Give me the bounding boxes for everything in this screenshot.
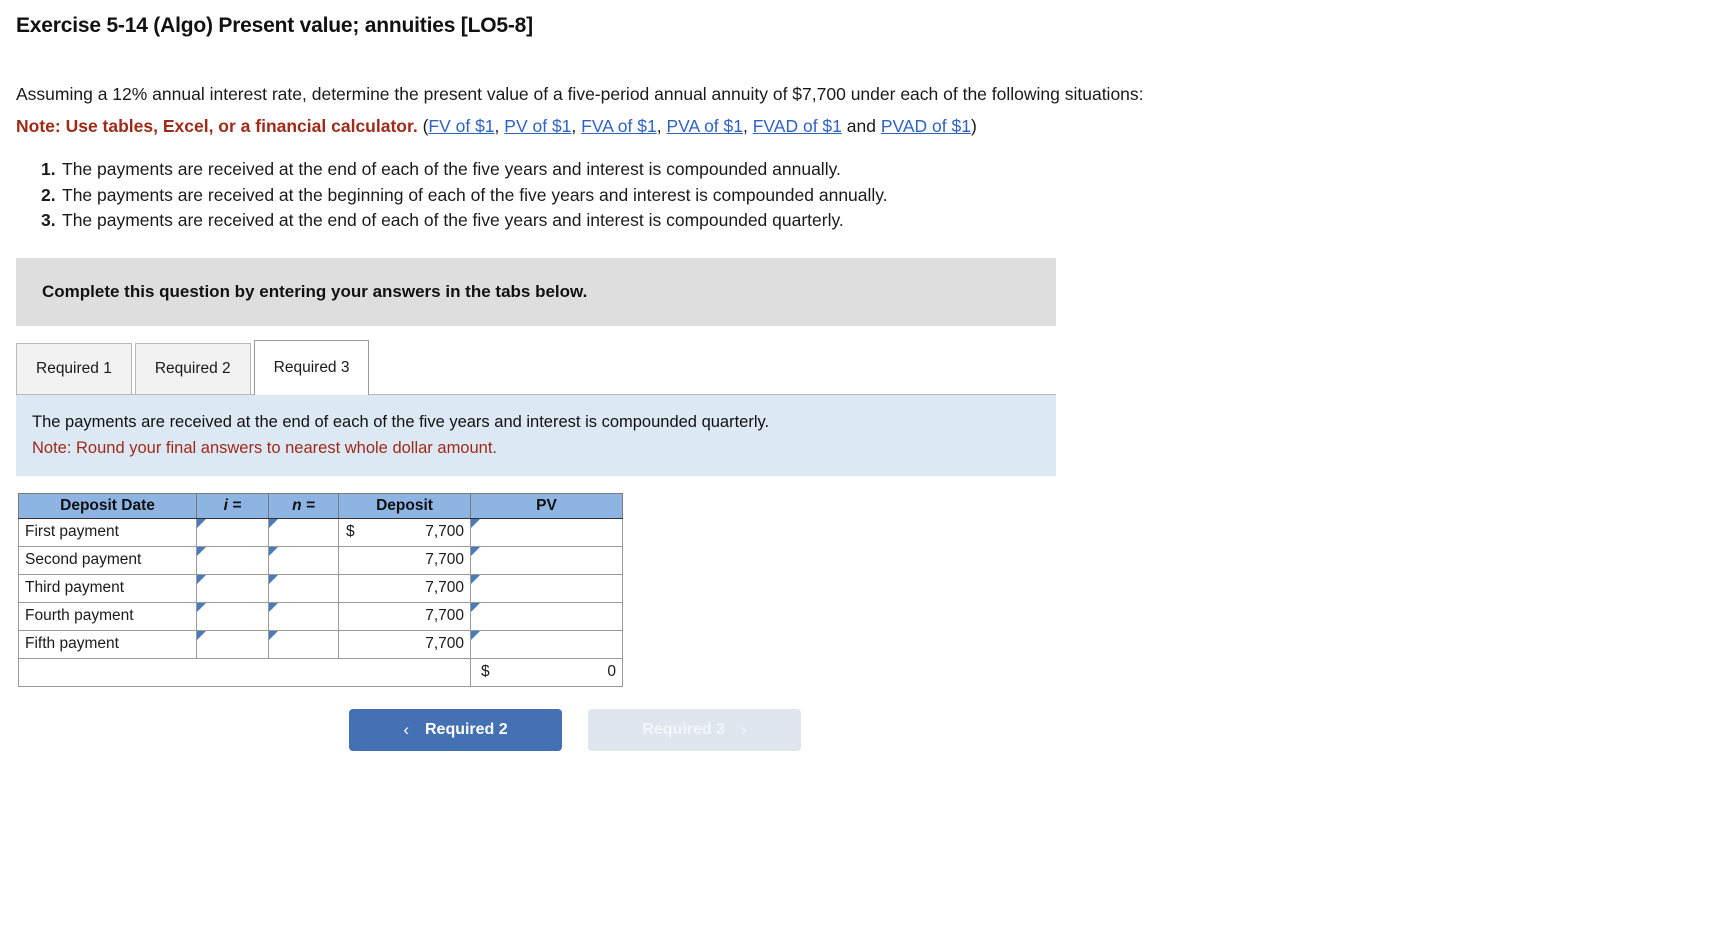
deposit-value: 7,700	[425, 635, 464, 652]
intro-paragraph: Assuming a 12% annual interest rate, det…	[16, 84, 1144, 104]
link-fva-of-1[interactable]: FVA of $1	[581, 116, 657, 136]
situation-item-3: 3. The payments are received at the end o…	[41, 208, 1700, 234]
previous-required-label: Required 2	[424, 720, 508, 738]
sep-and: and	[841, 116, 881, 136]
row-label-fourth-payment: Fourth payment	[18, 601, 197, 631]
exercise-page: Exercise 5-14 (Algo) Present value; annu…	[0, 0, 1716, 751]
chevron-right-icon: ›	[741, 720, 747, 739]
pv-answer-table: Deposit Date i = n = Deposit PV First pa…	[18, 492, 623, 687]
complete-question-bar: Complete this question by entering your …	[16, 257, 1056, 326]
link-pva-of-1[interactable]: PVA of $1	[666, 116, 743, 136]
input-pv-fifth-payment[interactable]	[470, 629, 623, 659]
input-n-fourth-payment[interactable]	[268, 601, 339, 631]
deposit-fifth-payment: 7,700	[338, 629, 471, 659]
input-i-third-payment[interactable]	[196, 573, 269, 603]
table-row: Fifth payment 7,700	[18, 629, 623, 659]
chevron-left-icon: ‹	[403, 720, 409, 739]
total-pv-cell: $0	[470, 657, 623, 687]
input-i-first-payment[interactable]	[196, 517, 269, 547]
link-fv-of-1[interactable]: FV of $1	[428, 116, 494, 136]
situations-list: 1. The payments are received at the end o…	[16, 157, 1700, 234]
tables-note-line: Note: Use tables, Excel, or a financial …	[16, 114, 1700, 139]
row-label-second-payment: Second payment	[18, 545, 197, 575]
input-n-first-payment[interactable]	[268, 517, 339, 547]
situation-number-3: 3.	[41, 210, 56, 230]
input-pv-first-payment[interactable]	[470, 517, 623, 547]
table-row: Third payment 7,700	[18, 573, 623, 603]
next-required-button[interactable]: Required 3 ›	[588, 708, 801, 751]
deposit-value: 7,700	[425, 551, 464, 568]
table-row: Second payment 7,700	[18, 545, 623, 575]
row-label-fifth-payment: Fifth payment	[18, 629, 197, 659]
answer-sheet-wrapper: Deposit Date i = n = Deposit PV First pa…	[18, 492, 1700, 687]
header-deposit-date: Deposit Date	[18, 492, 197, 519]
sep-3: ,	[656, 116, 667, 136]
input-pv-third-payment[interactable]	[470, 573, 623, 603]
header-pv: PV	[470, 492, 623, 519]
requirement-instruction-panel: The payments are received at the end of …	[16, 393, 1056, 476]
tab-required-1[interactable]: Required 1	[16, 342, 132, 395]
table-total-row: $0	[18, 657, 623, 687]
input-n-third-payment[interactable]	[268, 573, 339, 603]
situation-text-3: The payments are received at the end of …	[62, 210, 844, 230]
link-fvad-of-1[interactable]: FVAD of $1	[753, 116, 842, 136]
rounding-note: Note: Round your final answers to neares…	[32, 438, 498, 457]
sep-4: ,	[743, 116, 753, 136]
deposit-value: 7,700	[425, 523, 464, 540]
deposit-third-payment: 7,700	[338, 573, 471, 603]
sep-1: ,	[494, 116, 505, 136]
table-header-row: Deposit Date i = n = Deposit PV	[18, 492, 623, 519]
situation-number-2: 2.	[41, 184, 56, 205]
currency-symbol: $	[481, 663, 490, 680]
sep-2: ,	[571, 116, 582, 136]
total-row-spacer	[18, 657, 471, 687]
deposit-value: 7,700	[425, 607, 464, 624]
row-label-third-payment: Third payment	[18, 573, 197, 603]
header-deposit: Deposit	[338, 492, 471, 519]
currency-symbol: $	[346, 523, 355, 540]
input-pv-second-payment[interactable]	[470, 545, 623, 575]
instruction-text: The payments are received at the end of …	[32, 412, 770, 431]
deposit-fourth-payment: 7,700	[338, 601, 471, 631]
table-row: Fourth payment 7,700	[18, 601, 623, 631]
deposit-value: 7,700	[425, 579, 464, 596]
link-pv-of-1[interactable]: PV of $1	[504, 116, 571, 136]
input-n-second-payment[interactable]	[268, 545, 339, 575]
navigation-buttons: ‹ Required 2 Required 3 ›	[16, 708, 1700, 751]
situation-item-1: 1. The payments are received at the end o…	[41, 157, 1700, 183]
total-pv-value: 0	[607, 663, 616, 680]
tab-required-2[interactable]: Required 2	[134, 342, 251, 395]
situation-item-2: 2. The payments are received at the begin…	[41, 183, 1700, 209]
input-i-fourth-payment[interactable]	[196, 601, 269, 631]
situation-number-1: 1.	[41, 159, 56, 179]
input-i-fifth-payment[interactable]	[196, 629, 269, 659]
situation-text-2: The payments are received at the beginni…	[62, 184, 888, 205]
previous-required-button[interactable]: ‹ Required 2	[349, 708, 562, 751]
link-pvad-of-1[interactable]: PVAD of $1	[881, 116, 971, 136]
header-n: n =	[268, 492, 339, 519]
situation-text-1: The payments are received at the end of …	[62, 159, 841, 179]
page-title: Exercise 5-14 (Algo) Present value; annu…	[16, 14, 533, 37]
paren-close: )	[970, 116, 977, 136]
requirement-tabs: Required 1 Required 2 Required 3	[16, 339, 1056, 395]
tab-required-3[interactable]: Required 3	[253, 339, 370, 395]
note-label: Note: Use tables, Excel, or a financial …	[16, 116, 418, 136]
input-i-second-payment[interactable]	[196, 545, 269, 575]
deposit-first-payment: $7,700	[338, 517, 471, 547]
table-row: First payment $7,700	[18, 517, 623, 547]
header-i: i =	[196, 492, 269, 519]
row-label-first-payment: First payment	[18, 517, 197, 547]
input-pv-fourth-payment[interactable]	[470, 601, 623, 631]
deposit-second-payment: 7,700	[338, 545, 471, 575]
input-n-fifth-payment[interactable]	[268, 629, 339, 659]
next-required-label: Required 3	[642, 720, 725, 738]
